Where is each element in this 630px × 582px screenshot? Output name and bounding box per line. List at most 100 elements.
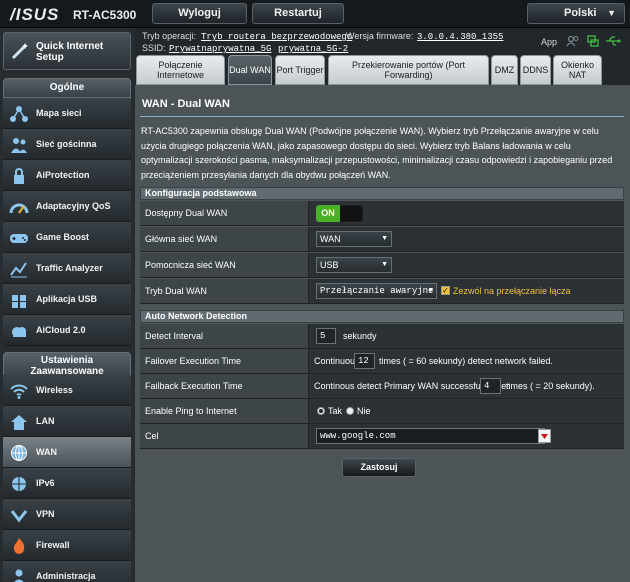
target-row: Cel www.google.com bbox=[140, 424, 624, 449]
ssid-label: SSID: bbox=[142, 43, 166, 53]
quick-internet-setup-label: Quick Internet Setup bbox=[36, 41, 104, 63]
users-icon[interactable] bbox=[566, 35, 580, 47]
operation-mode-link[interactable]: Tryb routera bezprzewodowego bbox=[201, 32, 352, 42]
person-icon bbox=[9, 568, 29, 582]
chart-icon bbox=[9, 260, 29, 278]
sidebar-item-label: Adaptacyjny QoS bbox=[36, 201, 111, 211]
logout-button[interactable]: Wyloguj bbox=[152, 3, 247, 24]
firmware-label: Wersja firmware: bbox=[346, 31, 414, 41]
sidebar-item-adaptive-qos[interactable]: Adaptacyjny QoS bbox=[3, 191, 131, 222]
detect-interval-label: Detect Interval bbox=[140, 324, 308, 348]
secondary-wan-selected: USB bbox=[320, 260, 339, 270]
failback-count-input[interactable]: 4 bbox=[480, 378, 501, 394]
ping-internet-label: Enable Ping to Internet bbox=[140, 399, 308, 423]
guest-network-icon bbox=[9, 136, 29, 154]
sidebar-item-administration[interactable]: Administracja bbox=[3, 561, 131, 582]
language-select[interactable]: Polski ▼ bbox=[527, 3, 625, 24]
failover-prefix: Continuous bbox=[314, 356, 360, 366]
firmware-link[interactable]: 3.0.0.4.380_1355 bbox=[417, 32, 503, 42]
failover-count-input[interactable]: 12 bbox=[354, 353, 375, 369]
sidebar-item-network-map[interactable]: Mapa sieci bbox=[3, 98, 131, 129]
sidebar-item-traffic-analyzer[interactable]: Traffic Analyzer bbox=[3, 253, 131, 284]
house-icon bbox=[9, 413, 29, 431]
target-dropdown-button[interactable] bbox=[538, 429, 551, 443]
dual-wan-mode-select[interactable]: Przełączanie awaryjne ▼ bbox=[316, 283, 437, 299]
tab-dmz[interactable]: DMZ bbox=[491, 55, 518, 85]
sidebar-item-aiprotection[interactable]: AiProtection bbox=[3, 160, 131, 191]
ping-no-label: Nie bbox=[357, 406, 371, 416]
primary-wan-row: Główna sieć WAN WAN ▼ bbox=[140, 227, 624, 252]
sidebar-item-usb-application[interactable]: Aplikacja USB bbox=[3, 284, 131, 315]
chevron-down-icon: ▼ bbox=[381, 261, 388, 268]
allow-failback-checkbox[interactable]: ✓ bbox=[441, 286, 450, 295]
ssid3-wrap: prywatna_5G-2 bbox=[278, 43, 348, 54]
restart-button[interactable]: Restartuj bbox=[252, 3, 344, 24]
ping-no-radio[interactable] bbox=[346, 407, 354, 415]
tab-nat-passthrough[interactable]: Okienko NAT bbox=[553, 55, 602, 85]
detect-interval-input[interactable]: 5 bbox=[316, 328, 336, 344]
asus-logo: /ISUS bbox=[10, 5, 60, 24]
sidebar-item-wan[interactable]: WAN bbox=[3, 437, 131, 468]
dual-wan-mode-selected: Przełączanie awaryjne bbox=[320, 286, 434, 296]
sidebar-item-label: VPN bbox=[36, 509, 55, 519]
secondary-wan-select[interactable]: USB ▼ bbox=[316, 257, 392, 273]
sidebar-item-label: IPv6 bbox=[36, 478, 55, 488]
ping-yes-radio[interactable] bbox=[317, 407, 325, 415]
enable-dual-wan-label: Dostępny Dual WAN bbox=[140, 201, 308, 225]
sidebar-item-wireless[interactable]: Wireless bbox=[3, 375, 131, 406]
failover-time-label: Failover Execution Time bbox=[140, 349, 308, 373]
sidebar-item-aicloud[interactable]: AiCloud 2.0 bbox=[3, 315, 131, 346]
sidebar-item-firewall[interactable]: Firewall bbox=[3, 530, 131, 561]
target-host-input[interactable]: www.google.com bbox=[316, 428, 545, 444]
ping-yes-label: Tak bbox=[328, 406, 343, 416]
ssid-link-1[interactable]: Prywatna bbox=[169, 44, 212, 54]
dual-wan-toggle[interactable]: ON bbox=[316, 205, 363, 222]
failover-time-value: Continuous 12 times ( = 60 sekundy) dete… bbox=[308, 349, 624, 373]
ssid2-wrap: prywatna_5G bbox=[212, 43, 271, 54]
sidebar-item-label: WAN bbox=[36, 447, 57, 457]
failback-time-label: Failback Execution Time bbox=[140, 374, 308, 398]
status-info-bar: Tryb operacji: Tryb routera bezprzewodow… bbox=[135, 28, 630, 55]
apply-button[interactable]: Zastosuj bbox=[342, 458, 416, 477]
basic-config-header: Konfiguracja podstawowa bbox=[140, 187, 624, 200]
failover-suffix: times ( = 60 sekundy) detect network fai… bbox=[379, 356, 553, 366]
firmware-wrap: 3.0.0.4.380_1355 bbox=[417, 31, 503, 42]
tab-ddns[interactable]: DDNS bbox=[520, 55, 551, 85]
chevron-down-icon: ▼ bbox=[381, 235, 388, 242]
ssid-link-3[interactable]: prywatna_5G-2 bbox=[278, 44, 348, 54]
sidebar-item-ipv6[interactable]: IPv6 bbox=[3, 468, 131, 499]
quick-internet-setup-button[interactable]: Quick Internet Setup bbox=[3, 32, 131, 70]
primary-wan-select[interactable]: WAN ▼ bbox=[316, 231, 392, 247]
wifi-icon bbox=[9, 382, 29, 400]
dual-wan-mode-label: Tryb Dual WAN bbox=[140, 279, 308, 303]
tab-port-forwarding[interactable]: Przekierowanie portów (Port Forwarding) bbox=[328, 55, 489, 85]
network-status-icon[interactable] bbox=[586, 35, 600, 47]
sidebar-item-lan[interactable]: LAN bbox=[3, 406, 131, 437]
sidebar-item-game-boost[interactable]: Game Boost bbox=[3, 222, 131, 253]
gauge-icon bbox=[9, 198, 29, 216]
ssid-link-2[interactable]: prywatna_5G bbox=[212, 44, 271, 54]
sidebar-item-vpn[interactable]: VPN bbox=[3, 499, 131, 530]
sidebar-item-label: Wireless bbox=[36, 385, 73, 395]
page-title: WAN - Dual WAN bbox=[142, 98, 230, 110]
operation-mode-wrap: Tryb routera bezprzewodowego bbox=[201, 31, 352, 42]
usb-icon[interactable] bbox=[605, 35, 621, 47]
caret-down-icon bbox=[541, 434, 548, 439]
ssid1-wrap: Prywatna bbox=[169, 43, 212, 54]
sidebar-item-guest-network[interactable]: Sieć gościnna bbox=[3, 129, 131, 160]
tab-dual-wan[interactable]: Dual WAN bbox=[228, 55, 272, 85]
auto-detect-header: Auto Network Detection bbox=[140, 310, 624, 323]
tab-port-trigger[interactable]: Port Trigger bbox=[275, 55, 325, 85]
primary-wan-value: WAN ▼ bbox=[308, 227, 624, 251]
main-content: WAN - Dual WAN RT-AC5300 zapewnia obsług… bbox=[135, 85, 630, 582]
secondary-wan-row: Pomocnicza sieć WAN USB ▼ bbox=[140, 253, 624, 278]
enable-dual-wan-row: Dostępny Dual WAN ON bbox=[140, 201, 624, 226]
primary-wan-label: Główna sieć WAN bbox=[140, 227, 308, 251]
failback-time-row: Failback Execution Time Continous detect… bbox=[140, 374, 624, 399]
failback-time-value: Continous detect Primary WAN successfull… bbox=[308, 374, 624, 398]
tab-internet-connection[interactable]: Połączenie Internetowe bbox=[136, 55, 225, 85]
app-link[interactable]: App bbox=[541, 37, 557, 47]
detect-interval-unit: sekundy bbox=[343, 331, 377, 341]
router-admin-page: /ISUS RT-AC5300 Wyloguj Restartuj Polski… bbox=[0, 0, 630, 582]
toggle-knob bbox=[340, 206, 362, 221]
